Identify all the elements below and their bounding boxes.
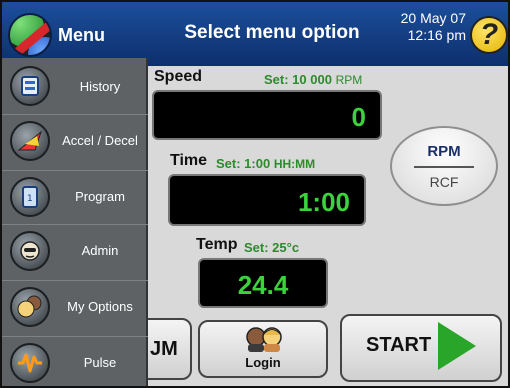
pulse-icon	[10, 342, 50, 383]
time-label: Time	[170, 152, 208, 169]
temp-set-value: Set: 25°c	[244, 240, 300, 255]
menu-logo-icon	[8, 13, 52, 57]
login-button-label: Login	[245, 355, 281, 370]
partial-button-label: JM	[150, 338, 178, 360]
sidebar-item-pulse[interactable]: Pulse	[2, 336, 148, 386]
login-users-icon	[246, 327, 282, 352]
speed-set-value: Set: 10 000 RPM	[264, 72, 363, 87]
sidebar-item-label: History	[79, 78, 121, 94]
my-options-icon	[10, 286, 50, 327]
help-icon: ?	[470, 16, 508, 54]
menu-label: Menu	[58, 24, 105, 45]
header-bar: Menu Select menu option 20 May 07 12:16 …	[2, 2, 508, 66]
rpm-rcf-toggle[interactable]: RPM RCF	[390, 126, 498, 206]
time-value: 1:00	[297, 187, 350, 217]
time-set-value: Set: 1:00 HH:MM	[216, 156, 316, 171]
date-text: 20 May 07	[400, 10, 466, 26]
toggle-divider	[414, 165, 474, 168]
sidebar-item-label: Admin	[81, 243, 119, 258]
play-arrow-icon	[438, 322, 476, 370]
speed-set-unit: RPM	[335, 73, 363, 87]
speed-label: Speed	[154, 68, 203, 85]
time-text: 12:16 pm	[407, 27, 466, 43]
sidebar-item-accel-decel[interactable]: Accel / Decel	[2, 114, 148, 166]
program-icon: 1	[10, 176, 50, 217]
rcf-option: RCF	[429, 173, 459, 190]
temp-label: Temp	[196, 236, 238, 253]
speed-display[interactable]: 0	[152, 90, 382, 140]
temp-display[interactable]: 24.4	[198, 258, 328, 308]
sidebar-item-label: My Options	[67, 299, 133, 314]
sidebar-item-label: Pulse	[83, 355, 117, 370]
sidebar-item-label: Accel / Decel	[62, 133, 138, 148]
sidebar-item-program[interactable]: 1 Program	[2, 170, 148, 222]
start-button-label: START	[366, 334, 432, 356]
svg-text:1: 1	[27, 194, 33, 204]
datetime: 20 May 07 12:16 pm	[374, 10, 466, 44]
menu-button[interactable]: Menu	[8, 6, 118, 64]
sidebar-item-admin[interactable]: Admin	[2, 224, 148, 276]
login-button[interactable]: Login	[198, 320, 328, 378]
time-display[interactable]: 1:00	[168, 174, 366, 226]
speed-value: 0	[351, 102, 366, 132]
centrifuge-screen: Menu Select menu option 20 May 07 12:16 …	[0, 0, 510, 388]
accel-decel-icon	[10, 120, 50, 161]
temp-value: 24.4	[237, 270, 289, 300]
sidebar-item-history[interactable]: History	[2, 60, 148, 112]
help-button[interactable]: ?	[470, 10, 508, 58]
admin-icon	[10, 230, 50, 271]
sidebar-item-my-options[interactable]: My Options	[2, 280, 148, 332]
sidebar-menu: History Accel / Decel 1 Program Admin My…	[2, 58, 148, 386]
history-icon	[10, 66, 50, 106]
start-button[interactable]: START	[340, 314, 502, 382]
time-set-unit: HH:MM	[273, 157, 316, 171]
sidebar-item-label: Program	[75, 189, 125, 204]
page-title: Select menu option	[184, 22, 360, 43]
rpm-option: RPM	[427, 142, 461, 160]
